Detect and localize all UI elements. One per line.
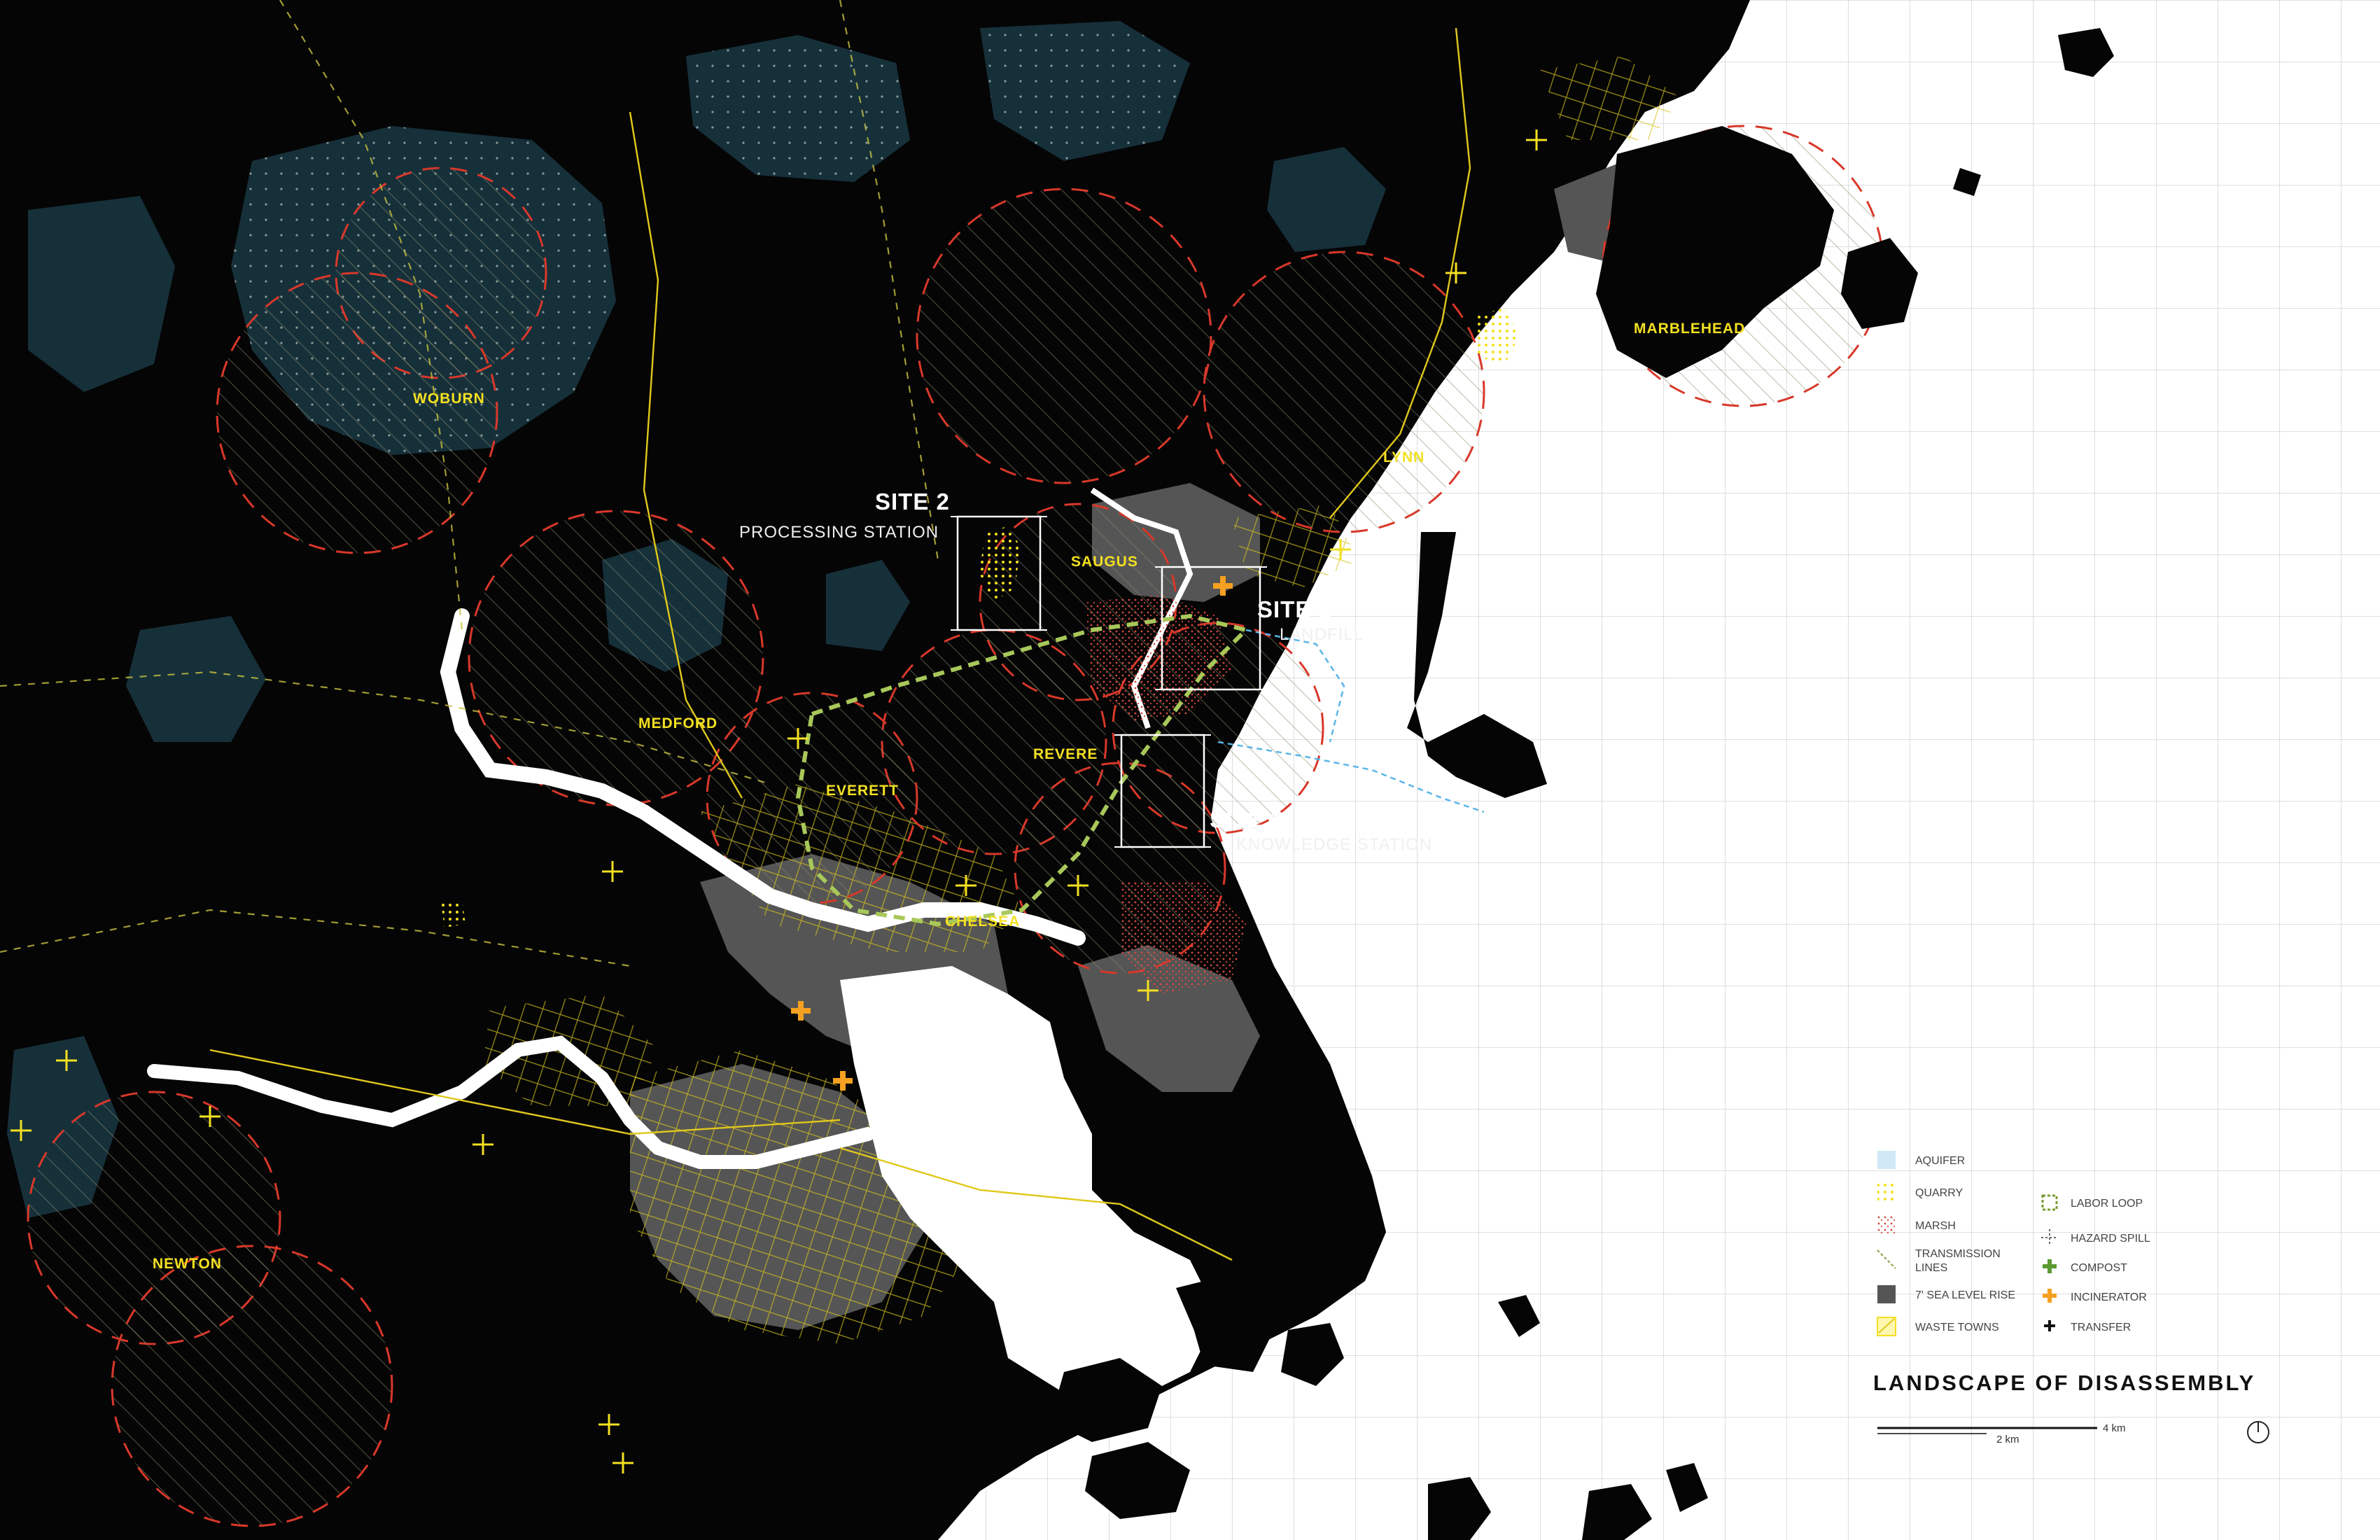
town-medford: MEDFORD (638, 715, 718, 732)
legend-quarry: QUARRY (1915, 1187, 1963, 1199)
site-3-label: SITE 3 (1210, 806, 1284, 832)
town-everett: EVERETT (826, 783, 899, 799)
scale-4km: 4 km (2103, 1422, 2126, 1434)
legend-marsh: MARSH (1915, 1220, 1956, 1232)
legend-transfer: TRANSFER (2071, 1322, 2131, 1334)
map-canvas: WOBURN MEDFORD EVERETT CHELSEA REVERE SA… (0, 0, 2380, 1540)
town-newton: NEWTON (153, 1256, 222, 1272)
town-marblehead: MARBLEHEAD (1634, 321, 1745, 337)
legend-waste-towns: WASTE TOWNS (1915, 1322, 1999, 1334)
scale-2km: 2 km (1996, 1434, 2019, 1446)
site-2-label: SITE 2 (875, 489, 950, 514)
legend-quarry-swatch (1877, 1183, 1896, 1201)
legend-labor-loop: LABOR LOOP (2071, 1198, 2143, 1210)
legend-hazard-spill: HAZARD SPILL (2071, 1233, 2150, 1245)
town-revere: REVERE (1033, 746, 1098, 762)
legend-compost: COMPOST (2071, 1262, 2127, 1274)
site-3-sublabel: KNOWLEDGE STATION (1236, 835, 1432, 854)
legend-aquifer: AQUIFER (1915, 1155, 1965, 1167)
legend-transmission-2: LINES (1915, 1262, 1947, 1274)
town-saugus: SAUGUS (1071, 554, 1138, 570)
legend-sea-level: 7' SEA LEVEL RISE (1915, 1289, 2015, 1301)
legend-marsh-swatch (1877, 1216, 1896, 1234)
legend-incinerator: INCINERATOR (2071, 1292, 2147, 1303)
site-1-sublabel: LANDFILL (1280, 625, 1364, 644)
map-stage: WOBURN MEDFORD EVERETT CHELSEA REVERE SA… (0, 0, 2380, 1540)
town-woburn: WOBURN (413, 391, 485, 407)
town-chelsea: CHELSEA (945, 913, 1020, 930)
legend-transmission-1: TRANSMISSION (1915, 1248, 2001, 1260)
site-2-sublabel: PROCESSING STATION (739, 523, 939, 542)
legend-sea-level-swatch (1877, 1285, 1896, 1303)
map-title: LANDSCAPE OF DISASSEMBLY (1873, 1371, 2255, 1395)
legend-aquifer-swatch (1877, 1151, 1896, 1169)
site-1-label: SITE 1 (1257, 596, 1332, 622)
town-lynn: LYNN (1383, 449, 1424, 465)
